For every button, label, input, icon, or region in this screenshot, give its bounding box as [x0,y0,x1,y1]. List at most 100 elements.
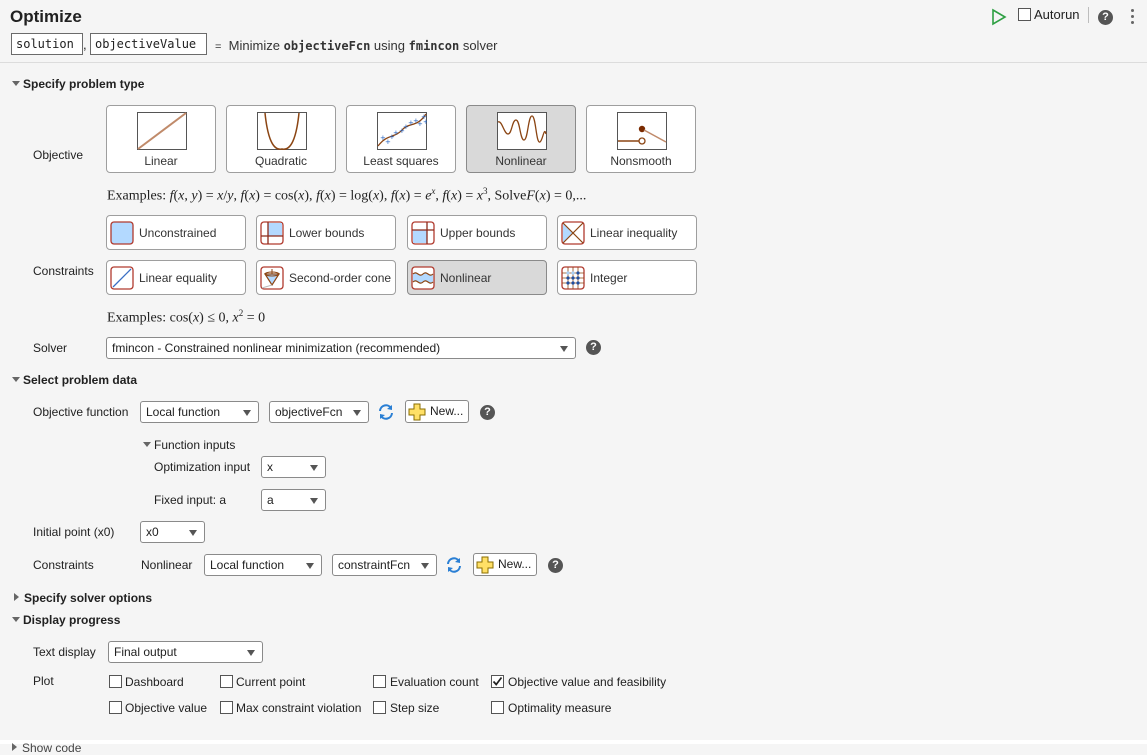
refresh-objective-button[interactable] [377,403,395,421]
output-name-solution[interactable]: solution [11,33,83,55]
plot-objective-feasibility-checkbox[interactable] [491,675,504,688]
summary-middle: using [374,38,405,53]
objective-least-squares-button[interactable]: ++++ ++++ +++ Least squares [346,105,456,173]
constraint-option-label: Second-order cone [289,271,391,285]
objective-help-button[interactable]: ? [480,405,495,420]
chevron-down-icon [306,563,314,569]
fixed-input-label: Fixed input: a [154,493,226,507]
objective-source-dropdown[interactable]: Local function [140,401,259,423]
nonlinear-plot-icon [497,112,547,150]
more-options-button[interactable] [1131,9,1135,25]
plot-dashboard-checkbox[interactable] [109,675,122,688]
help-button[interactable]: ? [1098,10,1113,25]
chevron-down-icon [310,498,318,504]
collapse-icon [12,617,20,622]
plot-dashboard-label: Dashboard [125,675,184,689]
text-display-dropdown[interactable]: Final output [108,641,263,663]
examples-lead: Examples: [107,311,166,326]
objective-option-label: Least squares [347,154,455,168]
objective-nonlinear-button[interactable]: Nonlinear [466,105,576,173]
section-select-problem-data[interactable]: Select problem data [12,373,137,387]
constraint-source-dropdown[interactable]: Local function [204,554,322,576]
check-icon [492,676,503,687]
optimization-input-dropdown[interactable]: x [261,456,326,478]
chevron-down-icon [421,563,429,569]
function-inputs-title: Function inputs [154,438,235,452]
constraint-upper-bounds-button[interactable]: Upper bounds [407,215,547,250]
autorun-checkbox[interactable] [1018,8,1031,21]
text-display-value: Final output [114,645,177,659]
objective-option-label: Nonsmooth [587,154,695,168]
constraint-integer-button[interactable]: Integer [557,260,697,295]
summary-suffix: solver [463,38,498,53]
nonlinear-constraint-icon [411,266,435,290]
output-name-objective-value[interactable]: objectiveValue [90,33,207,55]
optimization-input-label: Optimization input [154,460,250,474]
constraint-lower-bounds-button[interactable]: Lower bounds [256,215,396,250]
solver-help-button[interactable]: ? [586,340,601,355]
constraint-unconstrained-button[interactable]: Unconstrained [106,215,246,250]
linear-inequality-icon [561,221,585,245]
chevron-down-icon [310,465,318,471]
objective-linear-button[interactable]: Linear [106,105,216,173]
objective-function-dropdown[interactable]: objectiveFcn [269,401,369,423]
plot-evaluation-count-checkbox[interactable] [373,675,386,688]
constraint-help-button[interactable]: ? [548,558,563,573]
help-icon: ? [552,559,559,571]
new-constraint-button[interactable]: New... [473,553,537,576]
output-separator: , [83,37,87,52]
objective-quadratic-button[interactable]: Quadratic [226,105,336,173]
show-code-label: Show code [22,741,81,755]
linear-equality-icon [110,266,134,290]
fixed-input-dropdown[interactable]: a [261,489,326,511]
chevron-down-icon [353,410,361,416]
solver-dropdown[interactable]: fmincon - Constrained nonlinear minimiza… [106,337,576,359]
constraint-option-label: Integer [590,271,627,285]
text-display-label: Text display [33,645,96,659]
section-specify-solver-options[interactable]: Specify solver options [14,591,152,605]
plot-objective-value-checkbox[interactable] [109,701,122,714]
chevron-down-icon [243,410,251,416]
constraint-linear-equality-button[interactable]: Linear equality [106,260,246,295]
section-specify-problem-type[interactable]: Specify problem type [12,77,144,91]
new-objective-button[interactable]: New... [405,400,469,423]
run-button[interactable] [991,8,1007,26]
nonsmooth-plot-icon [617,112,667,150]
initial-point-label: Initial point (x0) [33,525,114,539]
objective-nonsmooth-button[interactable]: Nonsmooth [586,105,696,173]
expand-icon [14,593,19,601]
constraint-option-label: Upper bounds [440,226,515,240]
function-inputs-toggle[interactable]: Function inputs [143,438,235,452]
section-display-progress[interactable]: Display progress [12,613,120,627]
plot-max-constraint-violation-checkbox[interactable] [220,701,233,714]
initial-point-dropdown[interactable]: x0 [140,521,205,543]
kebab-icon [1131,9,1134,12]
constraint-option-label: Unconstrained [139,226,216,240]
constraint-linear-inequality-button[interactable]: Linear inequality [557,215,697,250]
footer-bar [0,740,1147,755]
summary-objective: objectiveFcn [284,39,371,53]
new-button-label: New... [430,401,463,422]
plot-current-point-checkbox[interactable] [220,675,233,688]
constraint-option-label: Linear inequality [590,226,677,240]
help-icon: ? [484,406,491,418]
constraint-second-order-cone-button[interactable]: Second-order cone [256,260,396,295]
constraint-nonlinear-button[interactable]: Nonlinear [407,260,547,295]
initial-point-value: x0 [146,525,159,539]
autorun-label: Autorun [1034,7,1080,22]
constraint-function-dropdown[interactable]: constraintFcn [332,554,437,576]
unconstrained-icon [110,221,134,245]
integer-icon [561,266,585,290]
plot-step-size-checkbox[interactable] [373,701,386,714]
section-title: Select problem data [23,373,137,387]
app-title: Optimize [10,7,82,27]
refresh-constraint-button[interactable] [445,556,463,574]
linear-plot-icon [137,112,187,150]
section-title: Specify solver options [24,591,152,605]
show-code-toggle[interactable]: Show code [12,741,81,755]
svg-text:+: + [423,118,427,126]
help-icon: ? [1102,11,1109,23]
plot-optimality-measure-checkbox[interactable] [491,701,504,714]
summary-prefix: Minimize [229,38,280,53]
chevron-down-icon [560,346,568,352]
